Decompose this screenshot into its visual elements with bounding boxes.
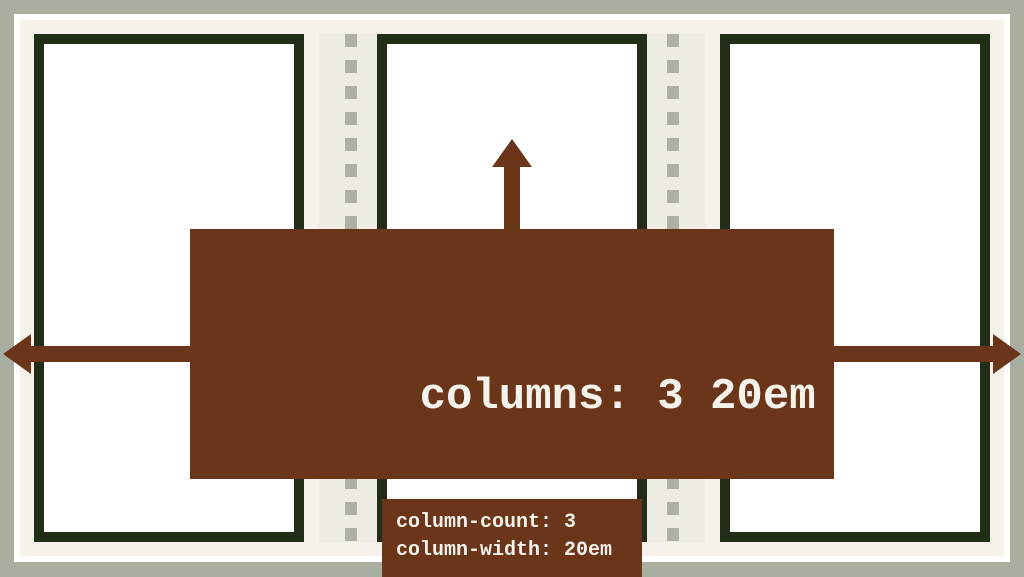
shorthand-code-box: columns: 3 20em (190, 229, 833, 479)
column-layout: columns: 3 20em column-count: 3 column-w… (34, 34, 990, 542)
shorthand-code-text: columns: 3 20em (420, 372, 816, 422)
longhand-line-1: column-count: 3 (396, 509, 628, 537)
page-frame: columns: 3 20em column-count: 3 column-w… (14, 14, 1010, 562)
annotation-overlay: columns: 3 20em column-count: 3 column-w… (34, 229, 990, 577)
longhand-code-box: column-count: 3 column-width: 20em (382, 499, 642, 577)
arrow-right-icon (834, 346, 999, 362)
longhand-line-2: column-width: 20em (396, 537, 628, 565)
arrow-left-icon (25, 346, 190, 362)
